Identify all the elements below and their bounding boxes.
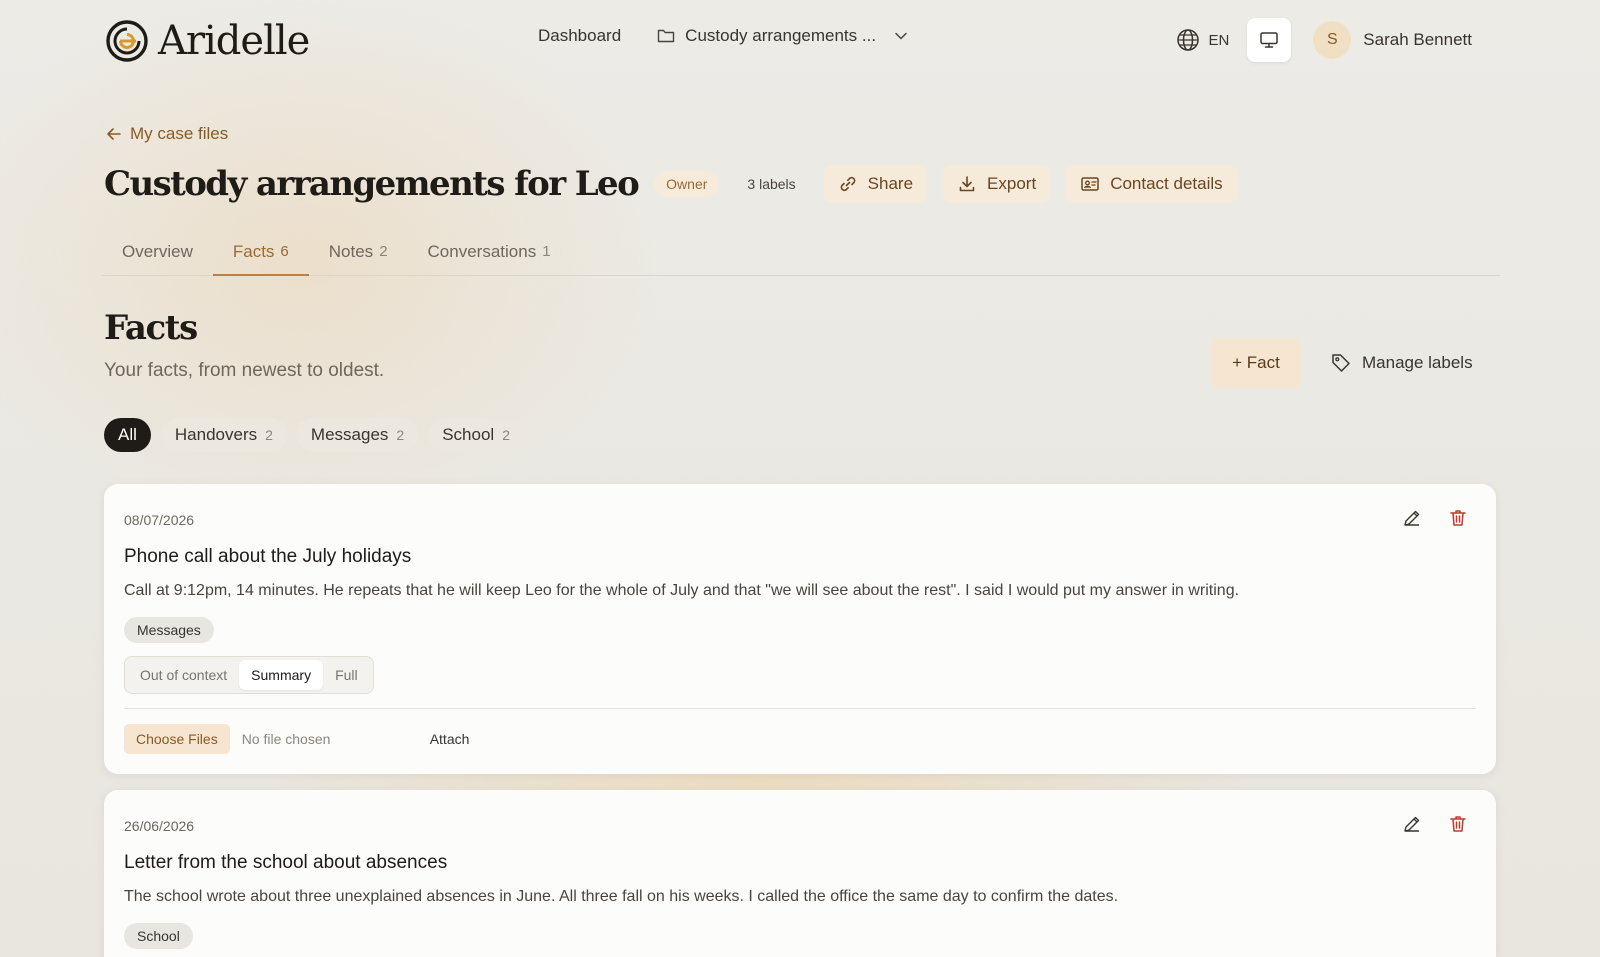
fact-card: 08/07/2026 Phone call about the July hol… [104,484,1496,774]
case-switcher[interactable]: Custody arrangements ... [657,26,908,46]
folder-icon [657,29,675,43]
manage-labels-button[interactable]: Manage labels [1330,352,1473,374]
view-option-summary[interactable]: Summary [239,660,324,690]
chevron-down-icon [895,32,907,40]
fact-body: Call at 9:12pm, 14 minutes. He repeats t… [124,582,1240,599]
language-label: EN [1208,31,1230,49]
globe-icon [1177,29,1200,51]
user-name: Sarah Bennett [1363,30,1472,49]
tab-count: 1 [542,243,551,260]
fact-view-toggle: Out of context Summary Full [124,656,374,694]
pencil-icon [1404,816,1420,832]
avatar: S [1313,21,1352,59]
file-status: No file chosen [241,731,331,747]
case-switcher-label: Custody arrangements ... [685,26,877,45]
tab-count: 6 [280,243,289,260]
share-label: Share [867,174,914,193]
filter-chip-messages[interactable]: Messages 2 [296,418,419,452]
delete-fact-button[interactable] [1448,814,1468,834]
tab-conversations[interactable]: Conversations 1 [408,228,571,276]
add-fact-button[interactable]: + Fact [1211,338,1301,388]
divider [124,708,1476,709]
choose-files-button[interactable]: Choose Files [124,724,230,754]
edit-fact-button[interactable] [1402,814,1422,834]
contact-details-label: Contact details [1110,174,1223,193]
export-label: Export [987,174,1037,193]
share-button[interactable]: Share [823,165,928,203]
trash-icon [1450,816,1466,832]
tab-overview[interactable]: Overview [102,228,213,276]
contact-details-button[interactable]: Contact details [1066,165,1237,203]
filter-chip-all[interactable]: All [104,418,151,452]
view-option-full[interactable]: Full [323,660,370,690]
labels-count[interactable]: 3 labels [747,176,795,192]
case-tabs: Overview Facts 6 Notes 2 Conversations 1 [102,228,1500,276]
export-button[interactable]: Export [943,165,1051,203]
fact-label-tag: School [124,923,193,949]
fact-date: 26/06/2026 [124,818,195,834]
brand-name: Aridelle [158,18,310,64]
owner-badge: Owner [654,171,720,197]
aridelle-logo-icon [106,20,148,62]
top-navigation: Aridelle Dashboard Custody arrangements … [0,0,1600,82]
filter-count: 2 [265,427,273,443]
arrow-left-icon [107,128,121,140]
fact-label-tag: Messages [124,617,214,643]
filter-count: 2 [502,427,510,443]
fact-title: Letter from the school about absences [124,852,448,873]
monitor-icon [1260,32,1279,48]
filter-chip-school[interactable]: School 2 [428,418,524,452]
view-option-out-of-context[interactable]: Out of context [128,660,239,690]
facts-section-title: Facts [104,308,198,348]
brand[interactable]: Aridelle [106,18,310,64]
facts-section-subtitle: Your facts, from newest to oldest. [104,360,385,381]
nav-dashboard-link[interactable]: Dashboard [538,26,621,46]
label-filters: All Handovers 2 Messages 2 School 2 [104,418,524,452]
edit-fact-button[interactable] [1402,508,1422,528]
trash-icon [1450,510,1466,526]
user-menu[interactable]: S Sarah Bennett [1313,21,1472,59]
delete-fact-button[interactable] [1448,508,1468,528]
download-icon [959,176,975,192]
fact-body: The school wrote about three unexplained… [124,888,1119,905]
tab-count: 2 [379,243,388,260]
pencil-icon [1404,510,1420,526]
back-link-label: My case files [130,124,229,143]
filter-count: 2 [396,427,405,443]
attach-button[interactable]: Attach [430,731,470,747]
display-mode-button[interactable] [1247,18,1292,62]
fact-title: Phone call about the July holidays [124,546,412,567]
contact-card-icon [1081,177,1099,191]
page-title: Custody arrangements for Leo [104,164,640,204]
tag-icon [1332,354,1350,372]
filter-chip-handovers[interactable]: Handovers 2 [160,418,287,452]
manage-labels-label: Manage labels [1362,353,1473,372]
back-link[interactable]: My case files [106,124,228,144]
fact-card: 26/06/2026 Letter from the school about … [104,790,1496,957]
language-switcher[interactable]: EN [1176,28,1229,52]
file-upload-row: Choose Files No file chosen Attach [124,724,469,754]
link-icon [840,176,856,192]
fact-date: 08/07/2026 [124,512,195,528]
tab-notes[interactable]: Notes 2 [309,228,408,276]
tab-facts[interactable]: Facts 6 [212,228,309,276]
